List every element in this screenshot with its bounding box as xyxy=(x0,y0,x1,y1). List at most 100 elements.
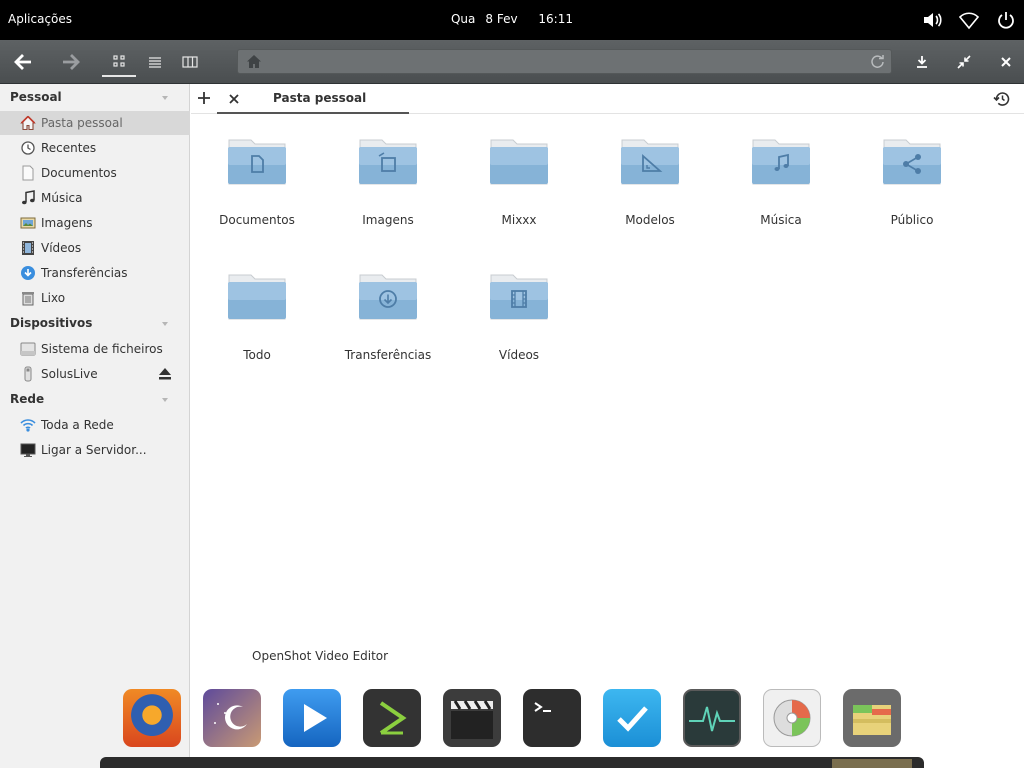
media-player-icon[interactable] xyxy=(283,689,341,747)
folder-label: Música xyxy=(760,213,802,227)
folder-item[interactable]: Mixxx xyxy=(464,134,574,234)
collapse-arrow-icon[interactable] xyxy=(162,322,168,326)
sidebar-item-label: Lixo xyxy=(41,291,66,305)
clock-date: 8 Fev xyxy=(485,12,518,26)
document-icon xyxy=(20,165,36,181)
arrow-right-icon[interactable] xyxy=(56,48,86,76)
volume-icon[interactable] xyxy=(922,10,944,30)
home-icon xyxy=(20,115,36,131)
history-icon[interactable] xyxy=(993,91,1010,110)
collapse-arrow-icon[interactable] xyxy=(162,96,168,100)
download-icon[interactable] xyxy=(907,48,937,76)
music-note-icon xyxy=(20,190,36,206)
collapse-arrow-icon[interactable] xyxy=(162,398,168,402)
openshot-clapperboard-icon[interactable] xyxy=(443,689,501,747)
tasks-checkmark-icon[interactable] xyxy=(603,689,661,747)
code-editor-icon[interactable] xyxy=(363,689,421,747)
power-icon[interactable] xyxy=(995,10,1017,30)
close-icon[interactable] xyxy=(991,48,1021,76)
home-icon xyxy=(246,54,262,72)
sidebar-item-label: Sistema de ficheiros xyxy=(41,342,163,356)
sidebar-heading-pessoal[interactable]: Pessoal xyxy=(10,90,62,104)
plus-icon[interactable] xyxy=(198,92,210,107)
folder-item[interactable]: Imagens xyxy=(333,134,443,234)
sidebar-item-label: Toda a Rede xyxy=(41,418,114,432)
trash-icon xyxy=(20,290,36,306)
dock-bar xyxy=(100,757,924,768)
folder-icon xyxy=(883,139,941,185)
night-sky-app-icon[interactable] xyxy=(203,689,261,747)
clock-day: Qua xyxy=(450,12,476,26)
sidebar-item-lixo[interactable]: Lixo xyxy=(0,286,190,310)
folder-item[interactable]: Público xyxy=(857,134,967,234)
eject-icon[interactable] xyxy=(158,367,172,383)
sidebar-item-label: SolusLive xyxy=(41,367,98,381)
sidebar-item-pasta-pessoal[interactable]: Pasta pessoal xyxy=(0,111,190,135)
close-icon[interactable] xyxy=(229,93,239,107)
headerbar xyxy=(0,40,1024,84)
grid-view-icon[interactable] xyxy=(102,47,136,77)
tab-pasta-pessoal[interactable]: Pasta pessoal xyxy=(217,84,409,114)
tab-bar: Pasta pessoal xyxy=(191,84,1024,114)
sidebar-item-label: Pasta pessoal xyxy=(41,116,123,130)
folder-icon xyxy=(228,274,286,320)
folder-label: Transferências xyxy=(344,348,432,362)
folder-item[interactable]: Documentos xyxy=(202,134,312,234)
folder-label: Vídeos xyxy=(498,348,540,362)
folder-icon xyxy=(228,139,286,185)
folder-item[interactable]: Modelos xyxy=(595,134,705,234)
dock-tooltip: OpenShot Video Editor xyxy=(252,649,389,663)
folder-icon xyxy=(621,139,679,185)
location-bar[interactable] xyxy=(237,49,892,74)
folder-item[interactable]: Música xyxy=(726,134,836,234)
terminal-icon[interactable] xyxy=(523,689,581,747)
sidebar-item-label: Documentos xyxy=(41,166,117,180)
sidebar-item-ligar-a-servidor[interactable]: Ligar a Servidor... xyxy=(0,438,190,462)
window-preview-thumbnail[interactable] xyxy=(832,759,912,768)
sidebar-item-label: Ligar a Servidor... xyxy=(41,443,147,457)
sidebar-item-transferencias[interactable]: Transferências xyxy=(0,261,190,285)
sidebar-item-documentos[interactable]: Documentos xyxy=(0,161,190,185)
folder-icon xyxy=(490,274,548,320)
folder-label: Imagens xyxy=(362,213,414,227)
wifi-icon[interactable] xyxy=(958,10,980,30)
sidebar-heading-dispositivos[interactable]: Dispositivos xyxy=(10,316,92,330)
unmaximize-icon[interactable] xyxy=(949,48,979,76)
sidebar-heading-rede[interactable]: Rede xyxy=(10,392,44,406)
system-monitor-icon[interactable] xyxy=(683,689,741,747)
sidebar-item-imagens[interactable]: Imagens xyxy=(0,211,190,235)
folder-icon xyxy=(752,139,810,185)
file-archive-icon[interactable] xyxy=(843,689,901,747)
film-icon xyxy=(20,240,36,256)
sidebar-item-recentes[interactable]: Recentes xyxy=(0,136,190,160)
folder-label: Público xyxy=(890,213,934,227)
firefox-icon[interactable] xyxy=(123,689,181,747)
sidebar-item-soluslive[interactable]: SolusLive xyxy=(0,362,190,386)
top-panel: Aplicações Qua 8 Fev 16:11 xyxy=(0,0,1024,40)
reload-icon[interactable] xyxy=(870,54,885,72)
sidebar-item-toda-a-rede[interactable]: Toda a Rede xyxy=(0,413,190,437)
download-circle-icon xyxy=(20,265,36,281)
folder-icon xyxy=(490,139,548,185)
sidebar-item-sistema-de-ficheiros[interactable]: Sistema de ficheiros xyxy=(0,337,190,361)
file-manager-window: Pessoal Pasta pessoal Recentes Documento… xyxy=(0,40,1024,768)
column-view-icon[interactable] xyxy=(175,48,205,76)
network-wifi-icon xyxy=(20,417,36,433)
usb-drive-icon xyxy=(20,366,36,382)
folder-item[interactable]: Vídeos xyxy=(464,269,574,369)
monitor-icon xyxy=(20,442,36,458)
sidebar-item-label: Música xyxy=(41,191,83,205)
clock[interactable]: Qua 8 Fev 16:11 xyxy=(0,12,1024,26)
clock-icon xyxy=(20,140,36,156)
arrow-left-icon[interactable] xyxy=(8,48,38,76)
sidebar-item-videos[interactable]: Vídeos xyxy=(0,236,190,260)
folder-label: Todo xyxy=(243,348,271,362)
sidebar-item-label: Recentes xyxy=(41,141,97,155)
folder-icon xyxy=(359,274,417,320)
folder-item[interactable]: Transferências xyxy=(333,269,443,369)
disk-utility-icon[interactable] xyxy=(763,689,821,747)
sidebar: Pessoal Pasta pessoal Recentes Documento… xyxy=(0,84,190,768)
list-view-icon[interactable] xyxy=(140,48,170,76)
folder-item[interactable]: Todo xyxy=(202,269,312,369)
sidebar-item-musica[interactable]: Música xyxy=(0,186,190,210)
